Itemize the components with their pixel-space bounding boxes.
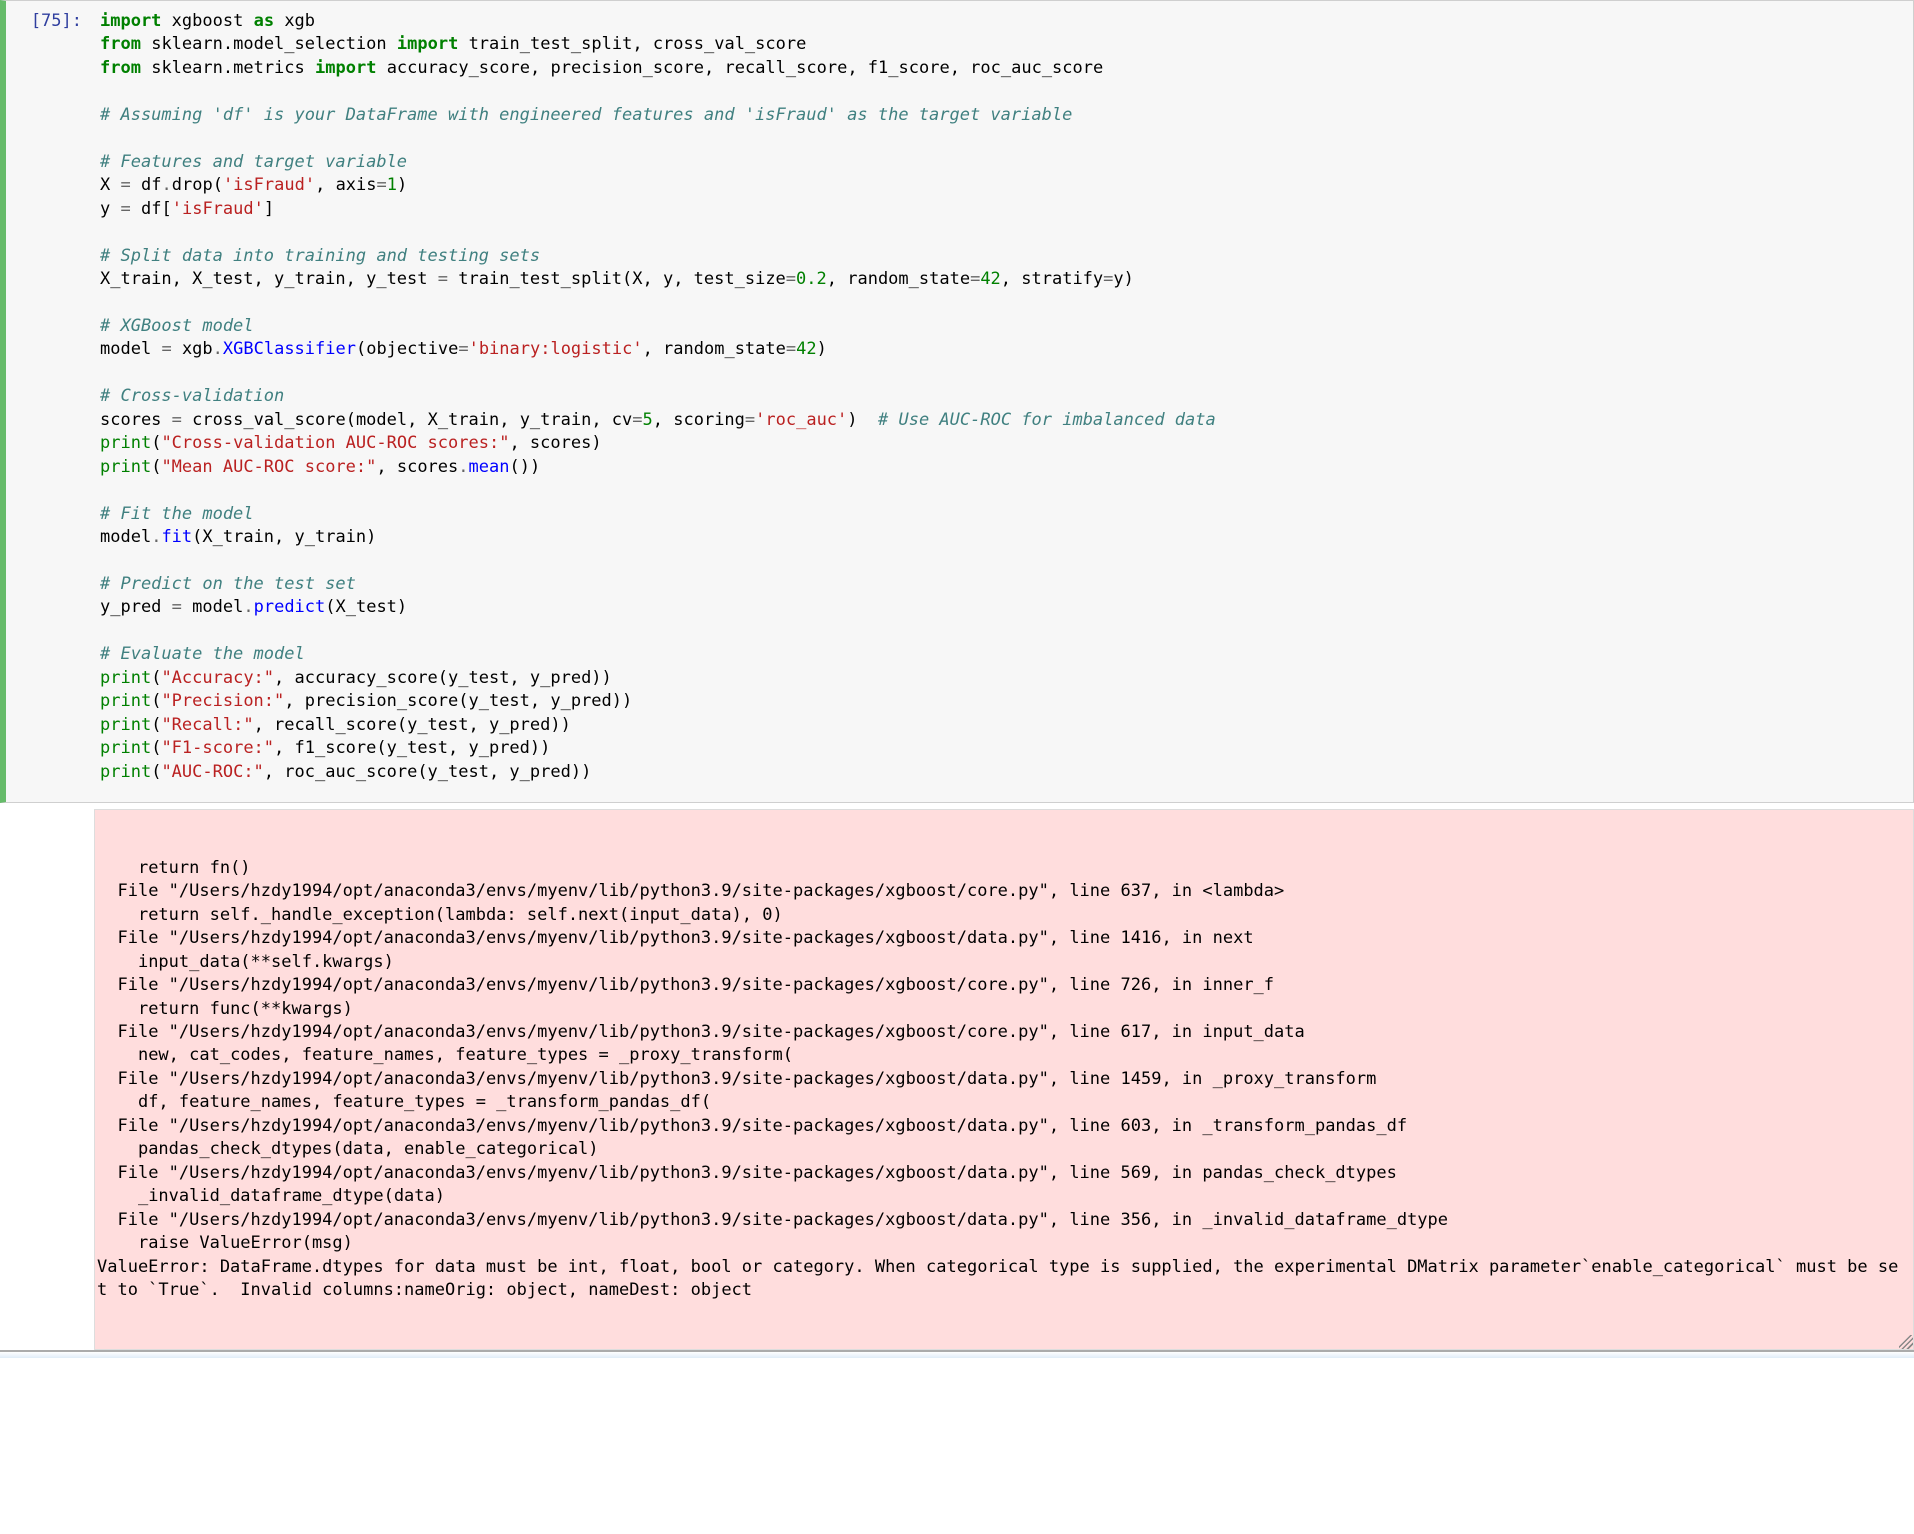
code-line: from sklearn.model_selection import trai… — [100, 33, 1903, 56]
traceback-line: File "/Users/hzdy1994/opt/anaconda3/envs… — [97, 974, 1905, 997]
code-line: import xgboost as xgb — [100, 10, 1903, 33]
traceback-line: input_data(**self.kwargs) — [97, 951, 1905, 974]
code-line — [100, 221, 1903, 244]
code-line — [100, 362, 1903, 385]
notebook: [75]: import xgboost as xgb from sklearn… — [0, 0, 1914, 1358]
traceback-line: File "/Users/hzdy1994/opt/anaconda3/envs… — [97, 1021, 1905, 1044]
code-line: # Cross-validation — [100, 385, 1903, 408]
code-input-area[interactable]: import xgboost as xgb from sklearn.model… — [94, 1, 1913, 802]
bottom-separator — [0, 1350, 1914, 1358]
traceback-line: pandas_check_dtypes(data, enable_categor… — [97, 1138, 1905, 1161]
output-cell: return fn() File "/Users/hzdy1994/opt/an… — [0, 809, 1914, 1350]
code-cell[interactable]: [75]: import xgboost as xgb from sklearn… — [0, 0, 1914, 803]
code-line: print("Recall:", recall_score(y_test, y_… — [100, 714, 1903, 737]
code-line: # Split data into training and testing s… — [100, 245, 1903, 268]
code-line: print("F1-score:", f1_score(y_test, y_pr… — [100, 737, 1903, 760]
traceback-line: return fn() — [97, 857, 1905, 880]
traceback-line: return func(**kwargs) — [97, 998, 1905, 1021]
code-line: y = df['isFraud'] — [100, 198, 1903, 221]
code-line: print("Precision:", precision_score(y_te… — [100, 690, 1903, 713]
code-line: # Fit the model — [100, 503, 1903, 526]
code-line: scores = cross_val_score(model, X_train,… — [100, 409, 1903, 432]
resize-handle-icon[interactable] — [1899, 1335, 1913, 1349]
code-line: # Predict on the test set — [100, 573, 1903, 596]
code-line: # Evaluate the model — [100, 643, 1903, 666]
traceback-line: File "/Users/hzdy1994/opt/anaconda3/envs… — [97, 1209, 1905, 1232]
traceback-line: return self._handle_exception(lambda: se… — [97, 904, 1905, 927]
cell-prompt: [75]: — [6, 1, 94, 802]
code-line: # Features and target variable — [100, 151, 1903, 174]
code-line — [100, 479, 1903, 502]
code-line: model.fit(X_train, y_train) — [100, 526, 1903, 549]
code-line: print("AUC-ROC:", roc_auc_score(y_test, … — [100, 761, 1903, 784]
code-line — [100, 549, 1903, 572]
traceback-line: ValueError: DataFrame.dtypes for data mu… — [97, 1256, 1905, 1303]
code-line: from sklearn.metrics import accuracy_sco… — [100, 57, 1903, 80]
code-line: print("Accuracy:", accuracy_score(y_test… — [100, 667, 1903, 690]
traceback-line: File "/Users/hzdy1994/opt/anaconda3/envs… — [97, 1162, 1905, 1185]
traceback-line: raise ValueError(msg) — [97, 1232, 1905, 1255]
error-output[interactable]: return fn() File "/Users/hzdy1994/opt/an… — [94, 809, 1914, 1350]
code-line — [100, 291, 1903, 314]
traceback-line: df, feature_names, feature_types = _tran… — [97, 1091, 1905, 1114]
code-line: # Assuming 'df' is your DataFrame with e… — [100, 104, 1903, 127]
traceback-line: File "/Users/hzdy1994/opt/anaconda3/envs… — [97, 880, 1905, 903]
code-line — [100, 127, 1903, 150]
code-line: X = df.drop('isFraud', axis=1) — [100, 174, 1903, 197]
code-line: print("Cross-validation AUC-ROC scores:"… — [100, 432, 1903, 455]
code-line: # XGBoost model — [100, 315, 1903, 338]
traceback-line: File "/Users/hzdy1994/opt/anaconda3/envs… — [97, 1115, 1905, 1138]
code-line: model = xgb.XGBClassifier(objective='bin… — [100, 338, 1903, 361]
traceback-line: File "/Users/hzdy1994/opt/anaconda3/envs… — [97, 927, 1905, 950]
code-line: X_train, X_test, y_train, y_test = train… — [100, 268, 1903, 291]
kw-import: import — [100, 11, 161, 31]
code-line: print("Mean AUC-ROC score:", scores.mean… — [100, 456, 1903, 479]
traceback-line: File "/Users/hzdy1994/opt/anaconda3/envs… — [97, 1068, 1905, 1091]
code-line — [100, 620, 1903, 643]
traceback-line: new, cat_codes, feature_names, feature_t… — [97, 1044, 1905, 1067]
traceback-line: _invalid_dataframe_dtype(data) — [97, 1185, 1905, 1208]
output-prompt — [0, 809, 94, 1350]
code-line — [100, 80, 1903, 103]
code-line: y_pred = model.predict(X_test) — [100, 596, 1903, 619]
